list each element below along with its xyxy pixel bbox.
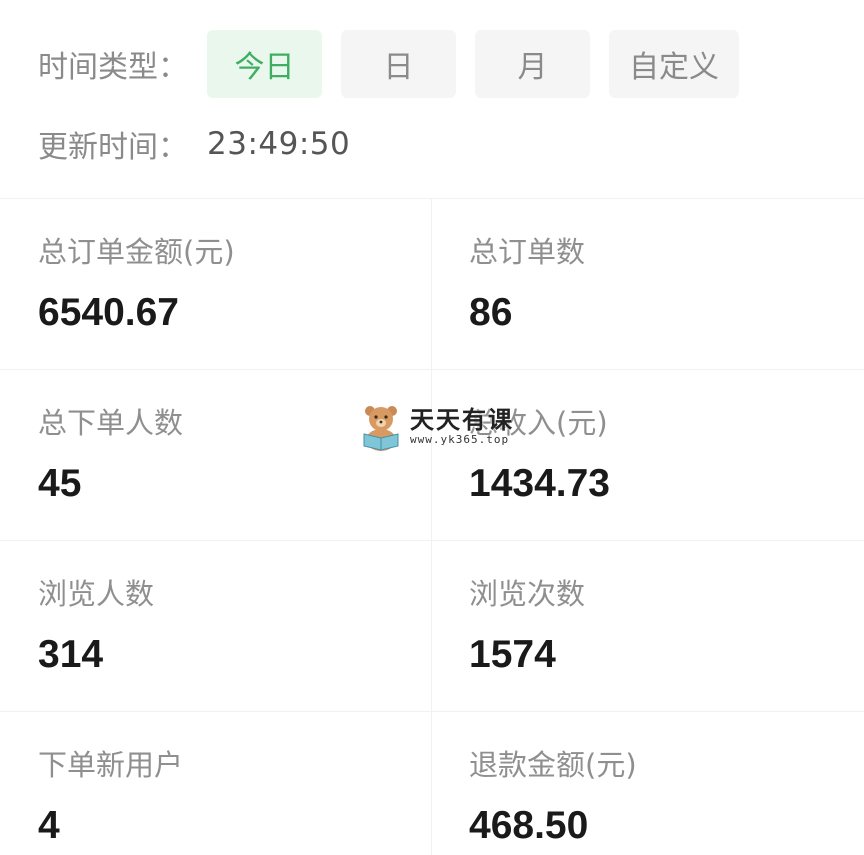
stat-value: 86: [469, 291, 513, 334]
update-time-label: 更新时间：: [38, 130, 188, 165]
stat-card-new-buyers: 下单新用户 4: [0, 712, 432, 855]
stat-value: 468.50: [469, 804, 589, 847]
tab-custom[interactable]: 自定义: [609, 30, 739, 98]
stat-card-total-order-amount: 总订单金额(元) 6540.67: [0, 199, 432, 370]
watermark: 天天有课 www.yk365.top: [358, 402, 528, 452]
stat-label: 总订单数: [469, 235, 586, 269]
order-stats-page: 时间类型： 今日 日 月 自定义 更新时间： 23:49:50 总订单金额(元)…: [0, 0, 864, 855]
stat-card-total-orders: 总订单数 86: [432, 199, 864, 370]
stat-value: 1434.73: [469, 462, 610, 505]
tab-day[interactable]: 日: [341, 30, 456, 98]
watermark-url: www.yk365.top: [410, 433, 510, 446]
time-type-label: 时间类型：: [38, 50, 188, 85]
stat-label: 下单新用户: [38, 748, 184, 782]
stat-value: 1574: [469, 633, 556, 676]
stat-label: 总下单人数: [38, 406, 184, 440]
stat-card-total-income: 总收入(元) 1434.73: [432, 370, 864, 541]
stat-card-refund-amount: 退款金额(元) 468.50: [432, 712, 864, 855]
stat-card-page-views: 浏览次数 1574: [432, 541, 864, 712]
update-time-value: 23:49:50: [207, 126, 351, 162]
update-time-row: 更新时间： 23:49:50: [0, 120, 350, 168]
stat-label: 总订单金额(元): [38, 235, 235, 269]
stat-card-visitors: 浏览人数 314: [0, 541, 432, 712]
stat-label: 浏览人数: [38, 577, 155, 611]
watermark-title: 天天有课: [410, 406, 514, 434]
stat-label: 退款金额(元): [469, 748, 637, 782]
stat-value: 6540.67: [38, 291, 179, 334]
bear-reading-icon: [363, 406, 399, 451]
tab-month[interactable]: 月: [475, 30, 590, 98]
stat-value: 314: [38, 633, 104, 676]
watermark-text: 天天有课 www.yk365.top: [410, 407, 514, 447]
tab-today[interactable]: 今日: [207, 30, 322, 98]
stats-grid: 总订单金额(元) 6540.67 总订单数 86 总下单人数 45 总收入(元)…: [0, 198, 864, 855]
stat-value: 4: [38, 804, 60, 847]
stat-card-total-buyers: 总下单人数 45: [0, 370, 432, 541]
stat-label: 浏览次数: [469, 577, 586, 611]
time-type-filter: 时间类型： 今日 日 月 自定义: [0, 30, 758, 98]
stat-value: 45: [38, 462, 82, 505]
